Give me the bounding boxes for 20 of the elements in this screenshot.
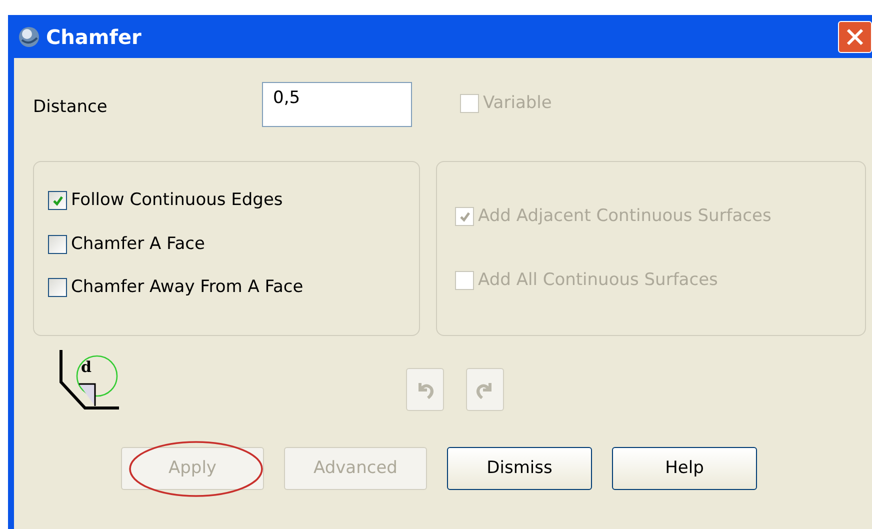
window-title: Chamfer <box>46 24 142 50</box>
option-label: Follow Continuous Edges <box>71 189 283 212</box>
variable-label: Variable <box>483 92 552 115</box>
option-label: Chamfer A Face <box>71 232 205 256</box>
option-label: Add All Continuous Surfaces <box>478 268 718 292</box>
check-icon <box>458 210 472 224</box>
distance-label: Distance <box>33 96 108 119</box>
option-label: Add Adjacent Continuous Surfaces <box>478 205 772 228</box>
option-label: Chamfer Away From A Face <box>71 276 304 299</box>
app-icon <box>18 26 40 48</box>
close-button[interactable] <box>838 20 872 52</box>
checkbox[interactable] <box>48 278 67 298</box>
distance-symbol: d <box>81 360 92 375</box>
close-icon <box>845 26 865 46</box>
checkbox[interactable] <box>48 234 67 254</box>
distance-field[interactable]: 0,5 <box>262 82 412 127</box>
dialog-button[interactable]: Dismiss <box>447 447 592 490</box>
check-icon <box>50 194 64 208</box>
dialog-button[interactable]: Help <box>612 447 757 490</box>
checkbox[interactable] <box>48 191 67 210</box>
